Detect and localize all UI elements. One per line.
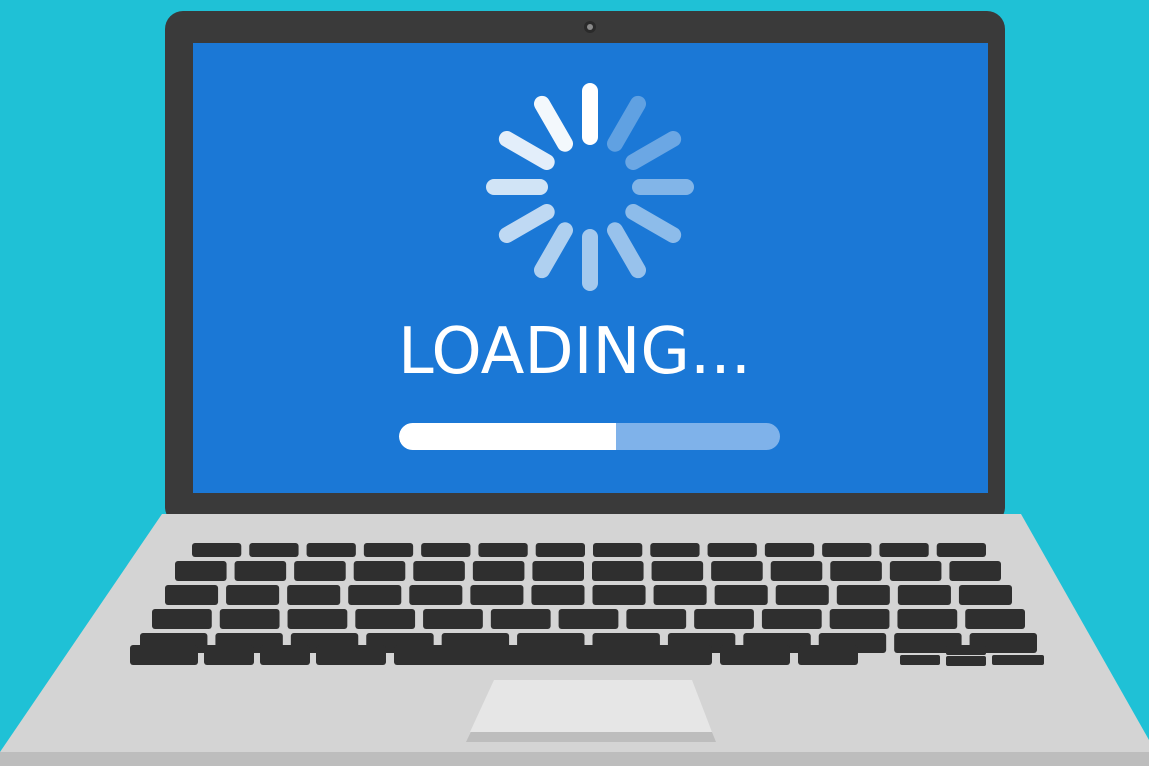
keyboard-key xyxy=(836,585,890,605)
keyboard-key xyxy=(249,543,299,557)
keyboard-key xyxy=(897,609,958,629)
keyboard-arrow-key xyxy=(900,655,940,665)
keyboard-key xyxy=(798,645,858,665)
keyboard-key xyxy=(775,585,829,605)
keyboard-key xyxy=(355,609,416,629)
keyboard-key xyxy=(592,561,644,581)
keyboard-key xyxy=(558,609,619,629)
keyboard-key xyxy=(897,585,951,605)
keyboard-key xyxy=(165,585,219,605)
keyboard-key xyxy=(234,561,287,581)
keyboard-arrow-key xyxy=(946,656,986,666)
keyboard-key xyxy=(822,543,872,557)
keyboard-key xyxy=(306,543,356,557)
progress-bar xyxy=(399,423,780,450)
keyboard-key xyxy=(761,609,822,629)
keyboard-key xyxy=(287,585,341,605)
loading-status-text: LOADING... xyxy=(397,315,752,389)
keyboard-key xyxy=(413,561,465,581)
keyboard-key xyxy=(394,645,712,665)
keyboard-key xyxy=(949,561,1001,581)
keyboard-key xyxy=(650,543,700,557)
keyboard-key xyxy=(363,543,414,557)
keyboard-key xyxy=(889,561,942,581)
keyboard-key xyxy=(965,609,1025,629)
keyboard-key xyxy=(353,561,406,581)
keyboard-key xyxy=(409,585,463,605)
trackpad xyxy=(470,680,712,732)
keyboard-key xyxy=(714,585,768,605)
keyboard-key xyxy=(192,543,242,557)
keyboard-key xyxy=(421,543,471,557)
keyboard-key xyxy=(130,645,198,665)
keyboard-key xyxy=(651,561,704,581)
keyboard-key xyxy=(764,543,815,557)
keyboard-key xyxy=(879,543,929,557)
keyboard-arrow-key xyxy=(992,655,1044,665)
keyboard-key xyxy=(531,585,585,605)
keyboard-key xyxy=(219,609,280,629)
keyboard-key xyxy=(175,561,227,581)
keyboard-key xyxy=(316,645,386,665)
keyboard-key xyxy=(470,585,524,605)
keyboard-key xyxy=(532,561,584,581)
laptop-base-edge xyxy=(0,752,1149,766)
keyboard-key xyxy=(707,543,757,557)
keyboard-key xyxy=(260,645,310,665)
keyboard-key xyxy=(152,609,212,629)
keyboard-key xyxy=(936,543,986,557)
keyboard-key xyxy=(711,561,763,581)
keyboard-key xyxy=(348,585,402,605)
progress-bar-fill xyxy=(399,423,617,450)
keyboard-key xyxy=(592,585,646,605)
keyboard-key xyxy=(593,543,643,557)
keyboard-key xyxy=(490,609,551,629)
keyboard-key xyxy=(653,585,707,605)
keyboard-key xyxy=(626,609,687,629)
keyboard-key xyxy=(204,645,254,665)
keyboard-key xyxy=(472,561,525,581)
keyboard-key xyxy=(770,561,823,581)
keyboard-key xyxy=(694,609,754,629)
keyboard-key xyxy=(535,543,585,557)
keyboard-key xyxy=(294,561,346,581)
keyboard-key xyxy=(829,609,890,629)
keyboard-arrow-key xyxy=(946,645,986,655)
keyboard-key xyxy=(226,585,280,605)
keyboard-key xyxy=(830,561,882,581)
keyboard-key xyxy=(287,609,348,629)
keyboard-key xyxy=(720,645,790,665)
keyboard-key xyxy=(958,585,1012,605)
webcam-lens xyxy=(587,24,593,30)
keyboard-key xyxy=(478,543,528,557)
keyboard-key xyxy=(423,609,483,629)
